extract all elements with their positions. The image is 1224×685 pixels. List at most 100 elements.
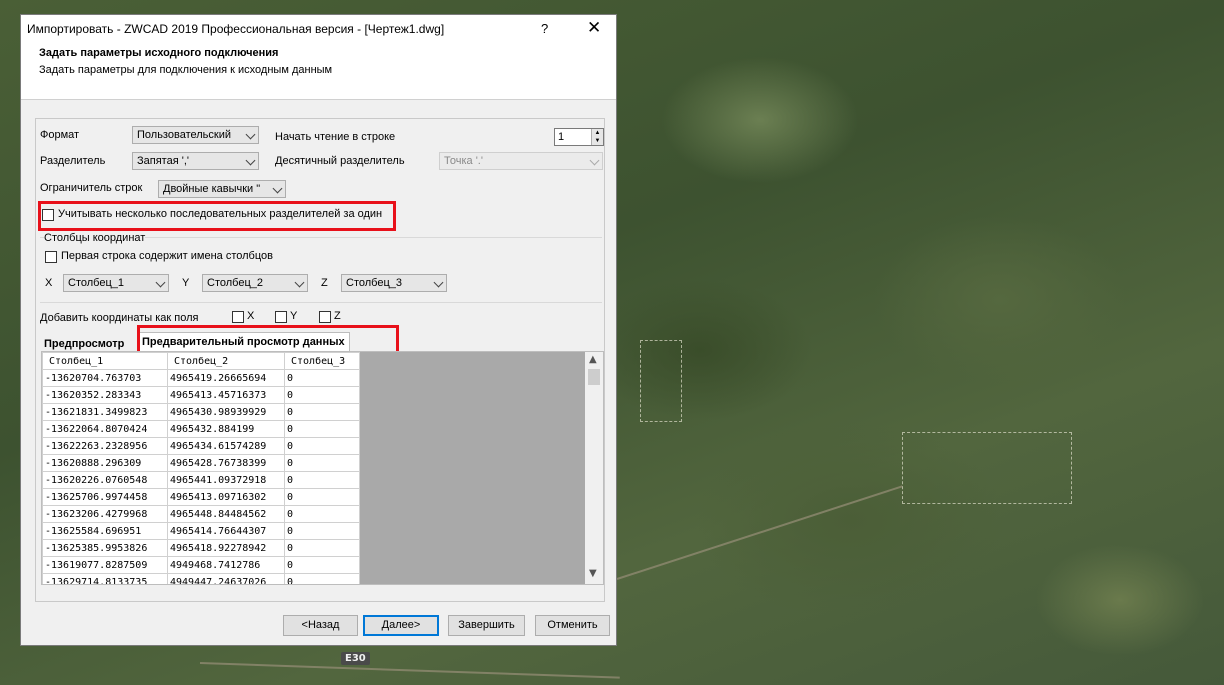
table-cell: -13623206.4279968 xyxy=(42,505,168,523)
z-column-label: Z xyxy=(321,277,328,289)
table-cell: -13622064.8070424 xyxy=(42,420,168,438)
first-row-names-label: Первая строка содержит имена столбцов xyxy=(61,250,273,262)
table-row: -13625584.696951 4965414.76644307 0 xyxy=(42,522,360,540)
grid-empty-area xyxy=(336,352,585,584)
table-cell: 0 xyxy=(284,369,360,387)
table-cell: 0 xyxy=(284,573,360,584)
map-field-boundary xyxy=(902,432,1072,504)
table-row: -13620704.763703 4965419.26665694 0 xyxy=(42,369,360,387)
chevron-down-icon xyxy=(433,277,444,288)
next-button[interactable]: Далее> xyxy=(363,615,439,636)
table-cell: -13625706.9974458 xyxy=(42,488,168,506)
chevron-down-icon xyxy=(245,155,256,166)
cancel-button[interactable]: Отменить xyxy=(535,615,610,636)
table-header-row: Столбец_1 Столбец_2 Столбец_3 xyxy=(42,352,360,370)
add-y-label: Y xyxy=(290,310,298,322)
chevron-down-icon xyxy=(589,155,600,166)
table-cell: 0 xyxy=(284,420,360,438)
table-cell: 0 xyxy=(284,454,360,472)
spin-up-icon[interactable]: ▲ xyxy=(591,129,603,137)
table-row: -13620352.283343 4965413.45716373 0 xyxy=(42,386,360,404)
add-y-checkbox[interactable] xyxy=(275,311,287,323)
table-cell: 0 xyxy=(284,437,360,455)
table-row: -13629714.8133735 4949447.24637026 0 xyxy=(42,573,360,584)
map-field-boundary xyxy=(640,340,682,422)
delimiter-select[interactable]: Запятая ',' xyxy=(132,152,259,170)
text-qualifier-select[interactable]: Двойные кавычки " xyxy=(158,180,286,198)
table-cell: -13621831.3499823 xyxy=(42,403,168,421)
data-preview-grid: Столбец_1 Столбец_2 Столбец_3 -13620704.… xyxy=(41,351,604,585)
table-cell: -13620352.283343 xyxy=(42,386,168,404)
divider xyxy=(40,302,602,303)
import-dialog: Импортировать - ZWCAD 2019 Профессиональ… xyxy=(20,14,617,646)
format-select[interactable]: Пользовательский xyxy=(132,126,259,144)
table-cell: 4949468.7412786 xyxy=(167,556,285,574)
table-cell: -13625584.696951 xyxy=(42,522,168,540)
back-button[interactable]: <Назад xyxy=(283,615,358,636)
x-column-select[interactable]: Столбец_1 xyxy=(63,274,169,292)
wizard-header: Задать параметры исходного подключения З… xyxy=(21,43,616,100)
table-cell: 0 xyxy=(284,556,360,574)
table-row: -13619077.8287509 4949468.7412786 0 xyxy=(42,556,360,574)
column-header[interactable]: Столбец_1 xyxy=(42,352,168,370)
map-road xyxy=(616,485,903,580)
table-cell: 0 xyxy=(284,488,360,506)
y-column-select[interactable]: Столбец_2 xyxy=(202,274,308,292)
scroll-down-icon[interactable]: ▼ xyxy=(589,568,597,579)
table-cell: 4965418.92278942 xyxy=(167,539,285,557)
table-cell: 4965434.61574289 xyxy=(167,437,285,455)
table-cell: 0 xyxy=(284,505,360,523)
spin-down-icon[interactable]: ▼ xyxy=(591,137,603,145)
map-road-label: E30 xyxy=(341,652,370,665)
delimiter-label: Разделитель xyxy=(40,155,106,167)
table-row: -13623206.4279968 4965448.84484562 0 xyxy=(42,505,360,523)
close-button[interactable]: ✕ xyxy=(587,18,601,38)
table-cell: 4965432.884199 xyxy=(167,420,285,438)
table-cell: 0 xyxy=(284,471,360,489)
chevron-down-icon xyxy=(155,277,166,288)
data-table: Столбец_1 Столбец_2 Столбец_3 -13620704.… xyxy=(42,352,360,584)
table-row: -13620888.296309 4965428.76738399 0 xyxy=(42,454,360,472)
finish-button[interactable]: Завершить xyxy=(448,615,525,636)
decimal-separator-select: Точка '.' xyxy=(439,152,603,170)
start-row-spinner[interactable]: 1 ▲ ▼ xyxy=(554,128,604,146)
table-cell: -13620226.0760548 xyxy=(42,471,168,489)
map-road xyxy=(199,662,620,679)
x-column-label: X xyxy=(45,277,53,289)
vertical-scrollbar[interactable]: ▲ ▼ xyxy=(585,352,603,584)
add-x-label: X xyxy=(247,310,255,322)
text-qualifier-label: Ограничитель строк xyxy=(40,182,143,194)
add-z-checkbox[interactable] xyxy=(319,311,331,323)
window-title: Импортировать - ZWCAD 2019 Профессиональ… xyxy=(27,22,445,36)
table-row: -13625706.9974458 4965413.09716302 0 xyxy=(42,488,360,506)
table-cell: -13622263.2328956 xyxy=(42,437,168,455)
table-cell: 4965413.45716373 xyxy=(167,386,285,404)
table-row: -13621831.3499823 4965430.98939929 0 xyxy=(42,403,360,421)
table-cell: -13619077.8287509 xyxy=(42,556,168,574)
column-header[interactable]: Столбец_3 xyxy=(284,352,360,370)
table-cell: 0 xyxy=(284,522,360,540)
z-column-select[interactable]: Столбец_3 xyxy=(341,274,447,292)
start-row-label: Начать чтение в строке xyxy=(275,131,396,143)
scrollbar-thumb[interactable] xyxy=(588,369,600,385)
table-cell: 0 xyxy=(284,403,360,421)
chevron-down-icon xyxy=(245,129,256,140)
coordinate-columns-group-label: Столбцы координат xyxy=(44,232,146,244)
help-button[interactable]: ? xyxy=(541,21,548,36)
scroll-up-icon[interactable]: ▲ xyxy=(589,354,597,365)
table-cell: 0 xyxy=(284,539,360,557)
table-cell: 4965413.09716302 xyxy=(167,488,285,506)
table-row: -13622263.2328956 4965434.61574289 0 xyxy=(42,437,360,455)
table-cell: 4949447.24637026 xyxy=(167,573,285,584)
table-cell: 4965414.76644307 xyxy=(167,522,285,540)
first-row-names-checkbox[interactable] xyxy=(45,251,57,263)
table-cell: 4965448.84484562 xyxy=(167,505,285,523)
add-x-checkbox[interactable] xyxy=(232,311,244,323)
table-row: -13625385.9953826 4965418.92278942 0 xyxy=(42,539,360,557)
wizard-step-title: Задать параметры исходного подключения xyxy=(39,47,279,59)
table-cell: 4965441.09372918 xyxy=(167,471,285,489)
table-cell: 0 xyxy=(284,386,360,404)
wizard-step-subtitle: Задать параметры для подключения к исход… xyxy=(39,64,333,76)
chevron-down-icon xyxy=(272,183,283,194)
column-header[interactable]: Столбец_2 xyxy=(167,352,285,370)
